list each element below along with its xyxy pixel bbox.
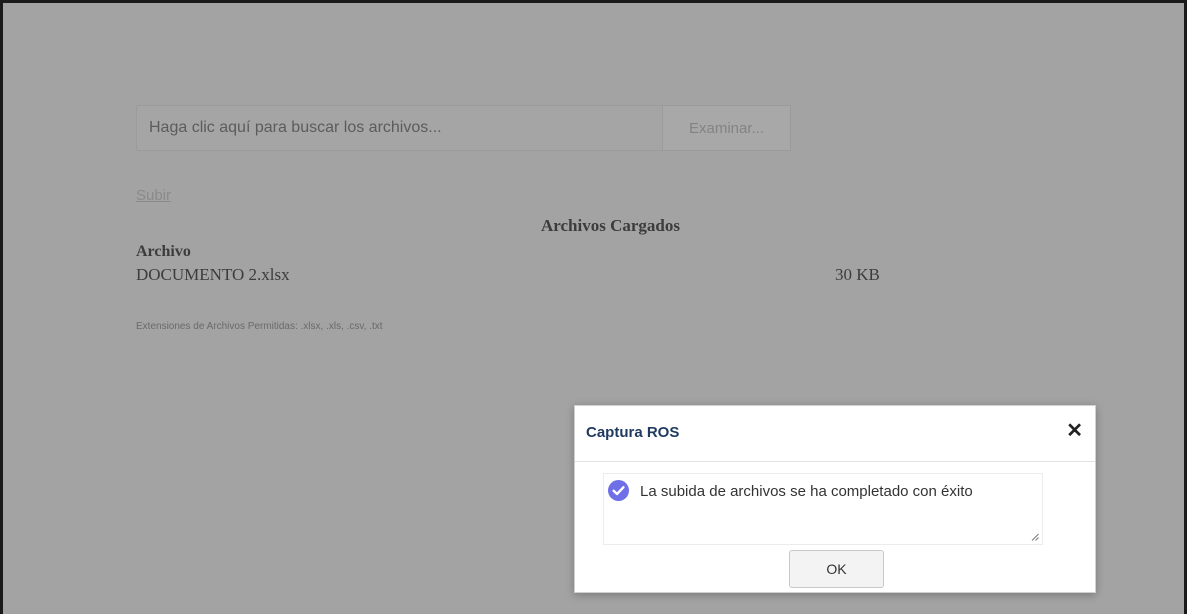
file-input[interactable]: Haga clic aquí para buscar los archivos.…: [137, 106, 662, 150]
resize-handle-icon[interactable]: [1031, 533, 1039, 541]
success-dialog: Captura ROS ✕ La subida de archivos se h…: [574, 405, 1096, 593]
dialog-message: La subida de archivos se ha completado c…: [640, 483, 973, 500]
file-column-header: Archivo: [136, 243, 191, 260]
page-overlay: Haga clic aquí para buscar los archivos.…: [0, 0, 1187, 614]
allowed-extensions-note: Extensiones de Archivos Permitidas: .xls…: [136, 321, 383, 332]
uploaded-file-name: DOCUMENTO 2.xlsx: [136, 265, 290, 284]
upload-link[interactable]: Subir: [136, 187, 171, 204]
check-circle-icon: [608, 480, 629, 501]
dialog-title: Captura ROS: [586, 424, 680, 441]
ok-button[interactable]: OK: [789, 550, 884, 588]
close-icon[interactable]: ✕: [1066, 420, 1083, 442]
uploaded-files-title: Archivos Cargados: [541, 216, 680, 235]
message-area: La subida de archivos se ha completado c…: [603, 473, 1043, 545]
browse-button[interactable]: Examinar...: [662, 106, 790, 150]
dialog-titlebar: Captura ROS ✕: [575, 406, 1095, 462]
file-picker[interactable]: Haga clic aquí para buscar los archivos.…: [136, 105, 791, 151]
uploaded-file-size: 30 KB: [835, 265, 880, 284]
